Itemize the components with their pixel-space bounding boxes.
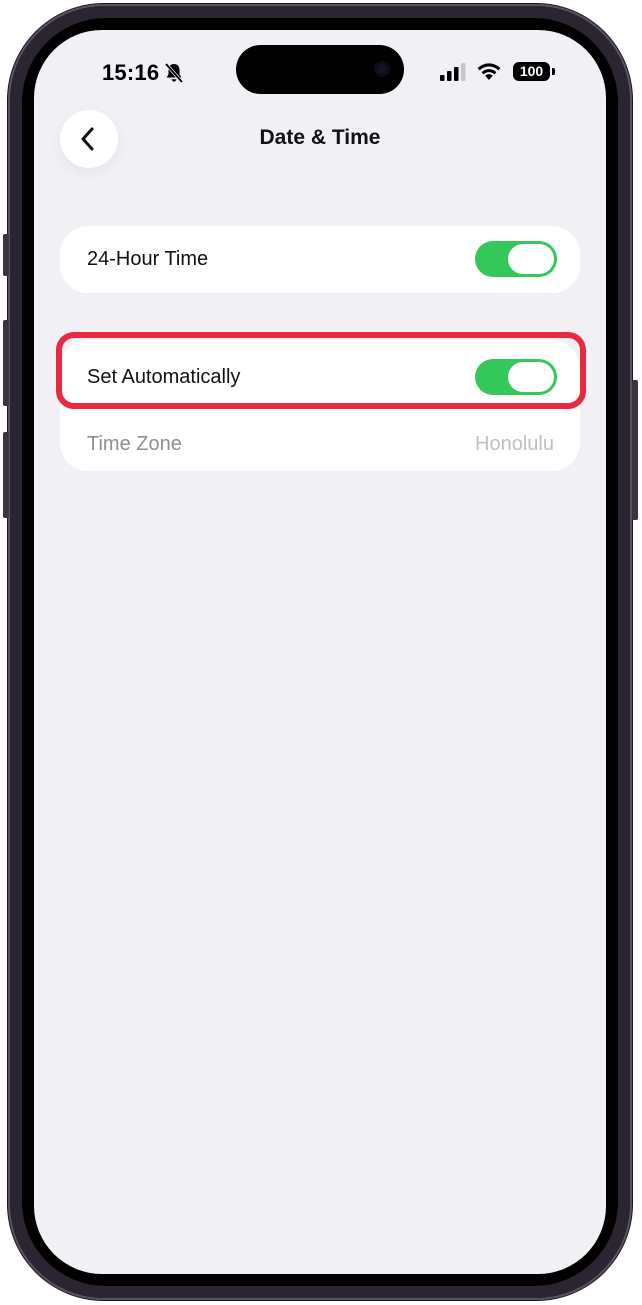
dynamic-island [236,45,404,94]
toggle-24-hour-time[interactable] [475,241,557,277]
battery-icon: 100 [513,62,550,81]
page-title: Date & Time [259,126,381,149]
signal-icon [440,63,466,81]
row-label-24-hour-time: 24-Hour Time [87,248,209,270]
toggle-knob [508,362,554,392]
wifi-icon [477,63,501,80]
settings-card-24-hour: 24-Hour Time [60,226,580,293]
power-button [632,380,638,520]
screen: 15:16 100 Date & Time 24-Hour Time Set A… [34,30,606,1274]
time-zone-value: Honolulu [475,433,554,455]
row-time-zone[interactable]: Time Zone Honolulu [60,411,580,477]
settings-card-auto-time: Set Automatically Time Zone Honolulu [60,340,580,471]
toggle-set-automatically[interactable] [475,359,557,395]
volume-up-button [3,320,9,406]
status-time: 15:16 [102,60,160,85]
battery-tip [552,68,555,75]
row-24-hour-time: 24-Hour Time [60,226,580,292]
front-camera [374,61,390,77]
row-set-automatically: Set Automatically [60,344,580,410]
row-label-time-zone: Time Zone [87,433,182,455]
toggle-knob [508,244,554,274]
row-label-set-automatically: Set Automatically [87,366,241,388]
volume-down-button [3,432,9,518]
bell-slash-icon [164,62,184,84]
device-stage: 15:16 100 Date & Time 24-Hour Time Set A… [0,0,642,1305]
action-button [3,234,9,276]
